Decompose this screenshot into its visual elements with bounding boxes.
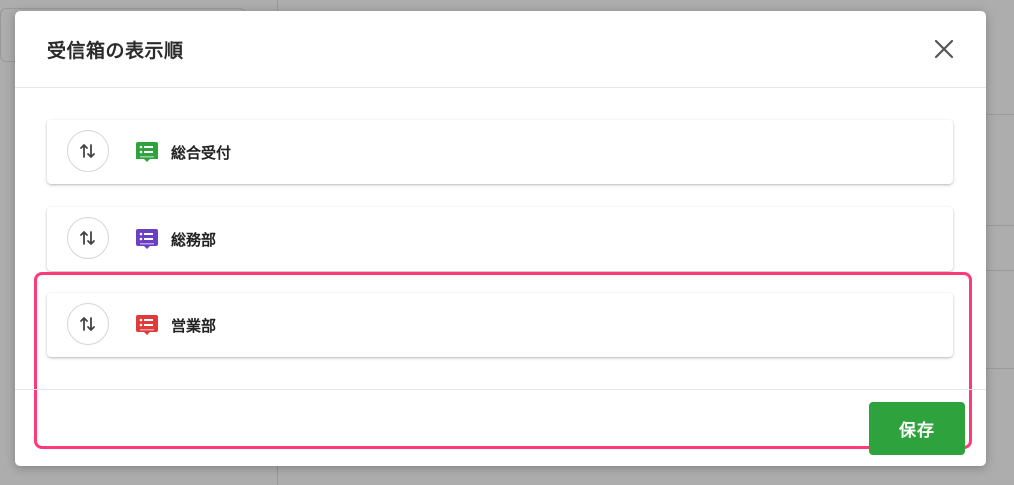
- dialog-header: 受信箱の表示順: [15, 11, 986, 88]
- save-button[interactable]: 保存: [869, 402, 965, 455]
- inbox-label: 総務部: [171, 231, 217, 249]
- inbox-row[interactable]: 総合受付: [47, 120, 953, 184]
- sort-arrows-icon: [80, 317, 95, 331]
- inbox-label: 営業部: [171, 317, 217, 335]
- close-button[interactable]: [932, 37, 956, 61]
- close-icon: [934, 39, 954, 59]
- inbox-row[interactable]: 営業部: [47, 293, 953, 357]
- inbox-order-dialog: 受信箱の表示順 総合受付 総務部 営業部 保存: [15, 11, 986, 466]
- inbox-list-icon: [136, 142, 158, 162]
- sort-arrows-icon: [80, 231, 95, 245]
- inbox-label: 総合受付: [171, 144, 232, 162]
- inbox-row[interactable]: 総務部: [47, 207, 953, 271]
- drag-handle-button[interactable]: [67, 303, 109, 345]
- dialog-title: 受信箱の表示順: [47, 40, 184, 62]
- sort-arrows-icon: [80, 144, 95, 158]
- inbox-list-icon: [136, 315, 158, 335]
- drag-handle-button[interactable]: [67, 130, 109, 172]
- dialog-body: 総合受付 総務部 営業部: [15, 88, 986, 449]
- dialog-footer: 保存: [15, 389, 986, 466]
- drag-handle-button[interactable]: [67, 217, 109, 259]
- inbox-list-icon: [136, 229, 158, 249]
